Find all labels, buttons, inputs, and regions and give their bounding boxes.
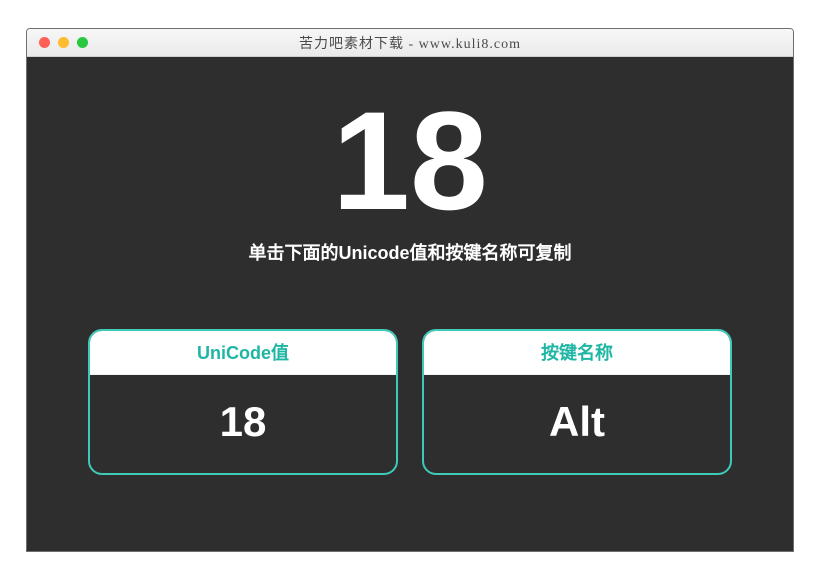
maximize-icon[interactable] xyxy=(77,37,88,48)
content-area: 18 单击下面的Unicode值和按键名称可复制 UniCode值 18 按键名… xyxy=(27,57,793,551)
unicode-card-value: 18 xyxy=(90,375,396,473)
minimize-icon[interactable] xyxy=(58,37,69,48)
instruction-text: 单击下面的Unicode值和按键名称可复制 xyxy=(248,239,571,265)
app-window: 苦力吧素材下载 - www.kuli8.com 18 单击下面的Unicode值… xyxy=(26,28,794,552)
keycode-display: 18 xyxy=(332,91,488,231)
keyname-card-value: Alt xyxy=(424,375,730,473)
traffic-lights xyxy=(27,37,88,48)
unicode-card[interactable]: UniCode值 18 xyxy=(88,329,398,475)
keyname-card-header: 按键名称 xyxy=(424,331,730,375)
titlebar: 苦力吧素材下载 - www.kuli8.com xyxy=(27,29,793,57)
close-icon[interactable] xyxy=(39,37,50,48)
keyname-card[interactable]: 按键名称 Alt xyxy=(422,329,732,475)
unicode-card-header: UniCode值 xyxy=(90,331,396,375)
cards-row: UniCode值 18 按键名称 Alt xyxy=(67,329,753,475)
window-title: 苦力吧素材下载 - www.kuli8.com xyxy=(27,33,793,53)
